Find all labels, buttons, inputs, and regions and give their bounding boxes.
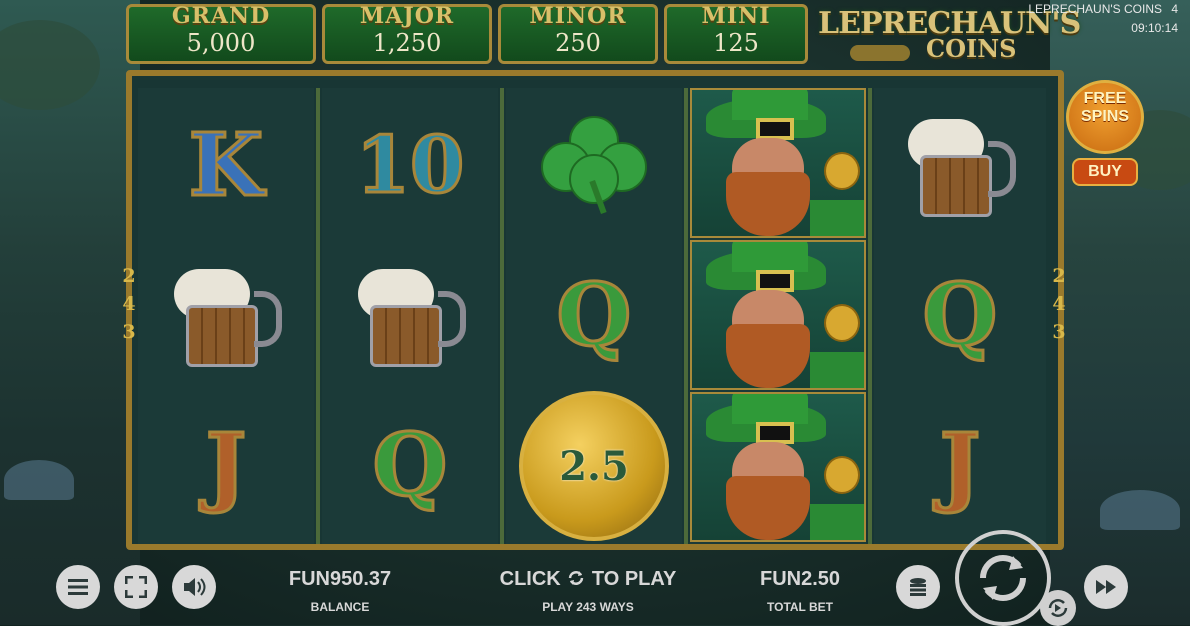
symbol-j: J — [151, 396, 301, 536]
reel-3: Q 2.5 — [506, 88, 682, 544]
logo-subtitle: COINS — [926, 34, 1017, 63]
spin-button[interactable] — [955, 530, 1051, 626]
autoplay-icon — [1048, 599, 1068, 617]
total-bet-value: FUN2.50 — [759, 568, 841, 590]
click-suffix: TO PLAY — [591, 568, 677, 590]
symbol-q: Q — [519, 246, 669, 386]
ways-digit: 2 — [122, 265, 136, 287]
symbol-beer-mug — [885, 96, 1035, 236]
symbol-beer-mug — [335, 246, 485, 386]
sound-button[interactable] — [172, 565, 216, 609]
symbol-gold-coin: 2.5 — [519, 391, 669, 541]
ways-digit: 4 — [122, 293, 136, 315]
symbol-q: Q — [885, 246, 1035, 386]
fullscreen-button[interactable] — [114, 565, 158, 609]
ways-digit: 2 — [1052, 265, 1066, 287]
ways-digit: 3 — [122, 321, 136, 343]
refresh-icon — [569, 571, 584, 585]
beer-mug-icon — [350, 261, 470, 371]
beer-mug-icon — [166, 261, 286, 371]
four-leaf-clover-icon — [539, 116, 649, 216]
click-to-play-text: CLICK TO PLAY — [490, 568, 686, 591]
balance-label: BALANCE — [310, 600, 370, 614]
balance-value: FUN950.37 — [288, 568, 392, 590]
ways-digit: 4 — [1052, 293, 1066, 315]
symbol-letter: Q — [921, 265, 999, 366]
fullscreen-icon — [125, 576, 147, 598]
jackpot-major: MAJOR 1,250 — [322, 3, 492, 64]
jackpot-label: MINOR — [529, 3, 627, 29]
ways-label: PLAY 243 WAYS — [542, 600, 634, 614]
gold-coin-icon: 2.5 — [519, 391, 669, 541]
reel-divider — [500, 88, 504, 544]
mushroom-decor — [4, 460, 74, 500]
bet-settings-button[interactable] — [896, 565, 940, 609]
click-prefix: CLICK — [499, 568, 561, 590]
reel-2: 10 Q — [322, 88, 498, 544]
reel-divider — [316, 88, 320, 544]
reels-frame: K J 10 Q Q 2.5 Q J — [126, 70, 1064, 550]
coin-value: 2.5 — [559, 442, 629, 490]
jackpot-label: GRAND — [171, 3, 271, 29]
symbol-leprechaun — [690, 88, 866, 238]
symbol-10: 10 — [335, 96, 485, 236]
symbol-letter: K — [187, 115, 265, 216]
symbol-leprechaun — [690, 240, 866, 390]
jackpot-minor: MINOR 250 — [498, 3, 658, 64]
free-spins-line: SPINS — [1080, 108, 1129, 125]
symbol-letter: J — [204, 415, 248, 516]
symbol-letter: Q — [555, 265, 633, 366]
mushroom-decor — [1100, 490, 1180, 530]
reel-1: K J — [138, 88, 314, 544]
jackpot-value: 5,000 — [186, 29, 256, 57]
coin-stack-icon — [910, 578, 926, 596]
game-logo: LEPRECHAUN'S COINS — [814, 0, 1081, 70]
jackpot-value: 250 — [555, 29, 601, 57]
ways-digit: 3 — [1052, 321, 1066, 343]
free-spins-buy-widget[interactable]: FREE SPINS BUY — [1062, 76, 1148, 192]
symbol-letter: J — [938, 415, 982, 516]
ways-indicator-right: 2 4 3 — [1052, 262, 1066, 346]
menu-icon — [68, 579, 88, 595]
game-title-text: LEPRECHAUN'S COINS — [1028, 2, 1162, 16]
symbol-j: J — [885, 396, 1035, 536]
logo-coins-decor — [850, 45, 910, 61]
reel-divider — [684, 88, 688, 544]
symbol-q: Q — [335, 396, 485, 536]
sound-icon — [184, 578, 206, 596]
jackpot-value: 1,250 — [372, 29, 442, 57]
jackpot-label: MINI — [701, 3, 771, 29]
clock: 09:10:14 — [1131, 21, 1178, 35]
jackpot-mini: MINI 125 — [664, 3, 808, 64]
beer-mug-icon — [900, 111, 1020, 221]
symbol-leprechaun — [690, 392, 866, 542]
reel-5: Q J — [874, 88, 1046, 544]
autoplay-button[interactable] — [1040, 590, 1076, 626]
menu-button[interactable] — [56, 565, 100, 609]
buy-button[interactable]: BUY — [1072, 158, 1138, 186]
reel-divider — [868, 88, 872, 544]
symbol-k: K — [151, 96, 301, 236]
free-spins-label: FREE SPINS — [1062, 90, 1148, 126]
jackpot-value: 125 — [713, 29, 759, 57]
turbo-button[interactable] — [1084, 565, 1128, 609]
symbol-letter: Q — [371, 415, 449, 516]
fast-forward-icon — [1096, 580, 1116, 594]
symbol-beer-mug — [151, 246, 301, 386]
jackpot-label: MAJOR — [359, 3, 455, 29]
symbol-letter: 10 — [354, 120, 466, 211]
symbol-clover — [519, 96, 669, 236]
ways-indicator-left: 2 4 3 — [122, 262, 136, 346]
jackpot-grand: GRAND 5,000 — [126, 3, 316, 64]
total-bet-label: TOTAL BET — [767, 600, 833, 614]
free-spins-line: FREE — [1083, 90, 1127, 107]
spin-icon — [980, 555, 1026, 601]
game-count: 4 — [1171, 2, 1178, 16]
reel-4 — [690, 88, 866, 544]
